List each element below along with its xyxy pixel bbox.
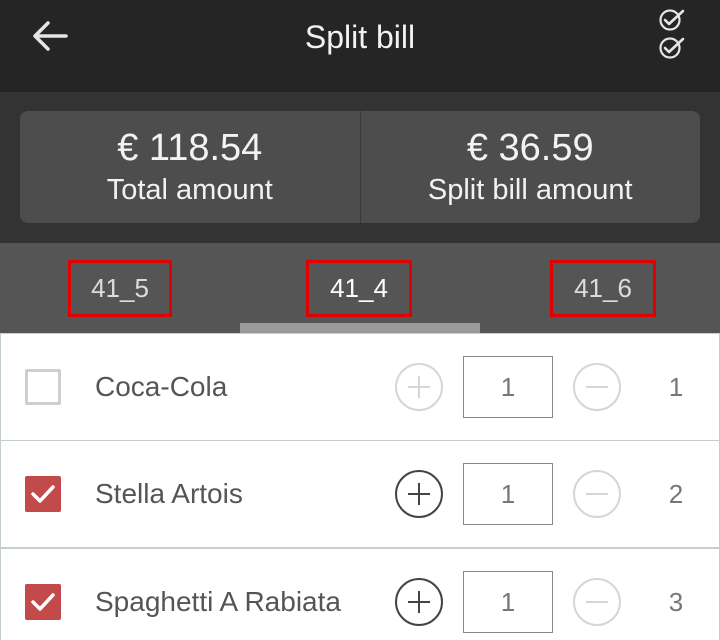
item-name: Coca-Cola [95, 371, 228, 402]
plus-icon [408, 483, 430, 505]
plus-icon [408, 376, 430, 398]
checkmark-icon [31, 485, 55, 503]
item-checkbox[interactable] [25, 369, 61, 405]
item-checkbox[interactable] [25, 476, 61, 512]
item-checkbox[interactable] [25, 584, 61, 620]
total-amount-label: Total amount [106, 174, 273, 206]
table-tabs: 41_5 41_4 41_6 [0, 243, 720, 333]
split-amount-label: Split bill amount [427, 174, 633, 206]
plus-icon [408, 591, 430, 613]
page-title: Split bill [304, 19, 416, 55]
item-name: Spaghetti A Rabiata [95, 586, 341, 617]
item-name: Stella Artois [95, 478, 243, 509]
increase-button[interactable] [395, 578, 443, 626]
total-amount-panel: € 118.54 Total amount [20, 111, 360, 223]
active-tab-indicator [240, 323, 480, 333]
total-amount-value: € 118.54 [117, 127, 263, 169]
decrease-button[interactable] [573, 363, 621, 411]
split-amount-panel: € 36.59 Split bill amount [359, 111, 701, 223]
summary-card: € 118.54 Total amount € 36.59 Split bill… [20, 111, 700, 223]
item-count: 2 [668, 479, 684, 509]
list-item: Spaghetti A Rabiata 3 [0, 548, 720, 640]
quantity-input[interactable] [463, 571, 553, 633]
double-check-icon [659, 9, 685, 59]
select-all-button[interactable] [652, 6, 692, 66]
quantity-input[interactable] [463, 463, 553, 525]
item-count: 3 [668, 587, 684, 617]
checkmark-icon [31, 593, 55, 611]
decrease-button[interactable] [573, 470, 621, 518]
top-bar: Split bill [0, 0, 720, 92]
minus-icon [586, 601, 608, 603]
tab-41-6[interactable]: 41_6 [550, 260, 656, 317]
list-item: Coca-Cola 1 [0, 333, 720, 441]
item-list: Coca-Cola 1 Stella Artois [0, 333, 720, 640]
tab-41-4[interactable]: 41_4 [306, 260, 412, 317]
minus-icon [586, 386, 608, 388]
quantity-input[interactable] [463, 356, 553, 418]
increase-button[interactable] [395, 470, 443, 518]
list-item: Stella Artois 2 [0, 440, 720, 548]
increase-button[interactable] [395, 363, 443, 411]
minus-icon [586, 493, 608, 495]
decrease-button[interactable] [573, 578, 621, 626]
item-count: 1 [668, 372, 684, 402]
summary-section: € 118.54 Total amount € 36.59 Split bill… [0, 92, 720, 243]
tab-41-5[interactable]: 41_5 [68, 260, 172, 317]
split-amount-value: € 36.59 [466, 127, 594, 169]
